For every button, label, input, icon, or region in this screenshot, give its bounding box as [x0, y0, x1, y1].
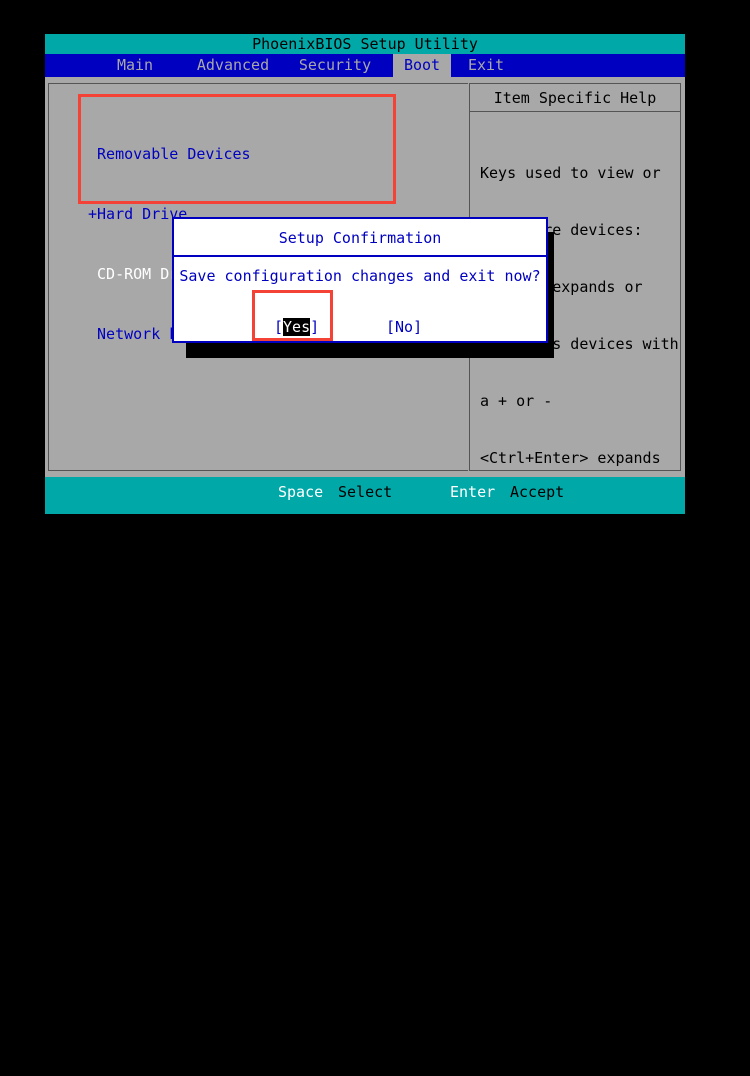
help-line: device between Hard [480, 848, 652, 866]
help-line: <n> May move removable [480, 791, 679, 809]
status-action-accept: Accept [510, 483, 565, 501]
help-line: <Ctrl+Enter> expands [480, 449, 661, 467]
status-action-select: Select [338, 483, 393, 501]
bracket-close: ] [310, 318, 320, 336]
status-key-enter: Enter [450, 483, 496, 501]
bracket-close: ] [413, 318, 423, 336]
help-line: Keys used to view or [480, 164, 661, 182]
help-line: disables a device. [480, 620, 643, 638]
help-pane-title: Item Specific Help [470, 84, 680, 112]
window-title: PhoenixBIOS Setup Utility [45, 34, 685, 54]
help-line: a + or - [480, 392, 553, 410]
menu-item-boot[interactable]: Boot [393, 54, 451, 77]
yes-button[interactable]: [Yes] [274, 317, 319, 337]
help-line: Disk or Removable Disk [480, 905, 679, 923]
help-line: <+> and <-> moves the [480, 677, 670, 695]
no-button[interactable]: [No] [386, 317, 422, 337]
dialog-title: Setup Confirmation [174, 219, 546, 257]
setup-confirmation-dialog: Setup Confirmation Save configuration ch… [172, 217, 548, 343]
menu-bar: Main Advanced Security Boot Exit [45, 54, 685, 77]
yes-button-label: Yes [283, 318, 311, 336]
help-line: <d> Remove a device [480, 962, 652, 980]
menu-item-advanced[interactable]: Advanced [179, 54, 287, 77]
boot-device-row[interactable]: Removable Devices [88, 144, 386, 164]
bracket-open: [ [386, 318, 396, 336]
bracket-open: [ [274, 318, 284, 336]
menu-item-exit[interactable]: Exit [451, 54, 521, 77]
status-key-space: Space [278, 483, 324, 501]
menu-item-main[interactable]: Main [95, 54, 175, 77]
help-line: device up or down. [480, 734, 643, 752]
dialog-message: Save configuration changes and exit now? [179, 267, 541, 285]
bios-screen: PhoenixBIOS Setup Utility Main Advanced … [0, 0, 750, 1037]
help-line: that is not installed. [480, 1019, 679, 1037]
status-bar: Space Select Enter Accept [45, 477, 685, 514]
menu-item-security[interactable]: Security [285, 54, 385, 77]
no-button-label: No [395, 318, 414, 336]
